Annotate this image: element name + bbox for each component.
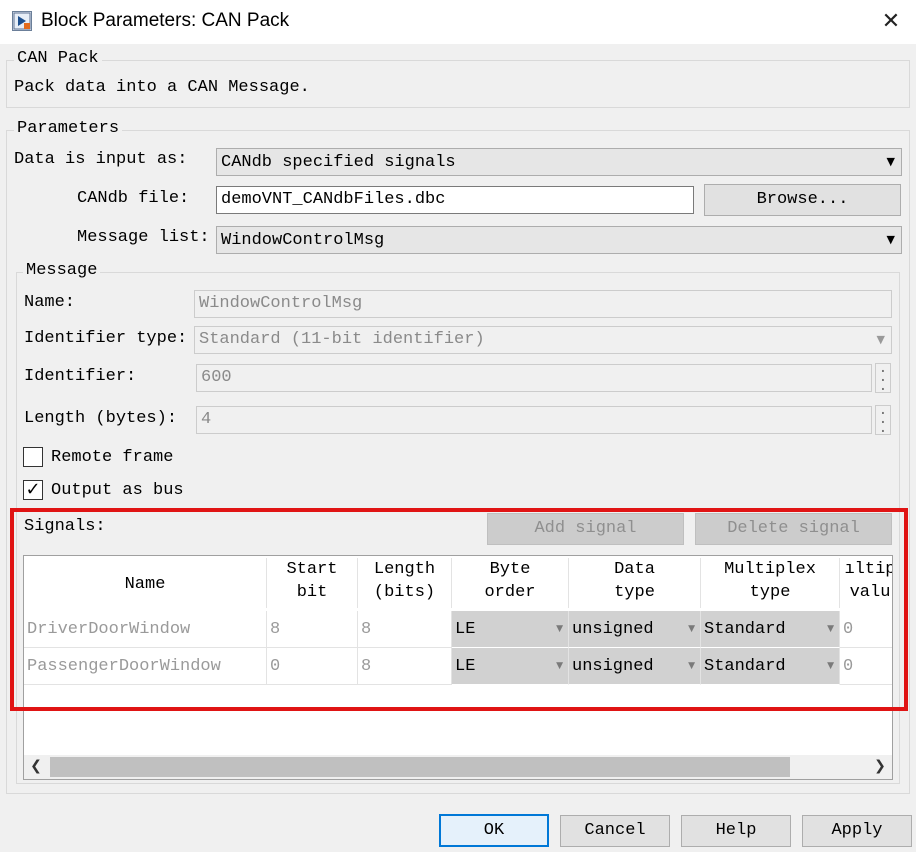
remote-frame-checkbox[interactable] xyxy=(23,447,43,467)
message-list-dropdown[interactable]: WindowControlMsg ▼ xyxy=(216,226,902,254)
scroll-left-icon[interactable]: ❮ xyxy=(24,755,48,779)
identifier-type-label: Identifier type: xyxy=(24,329,187,348)
candb-file-label: CANdb file: xyxy=(77,189,189,208)
output-bus-label: Output as bus xyxy=(51,481,184,500)
checkmark-icon: ✓ xyxy=(24,481,42,499)
scrollbar-thumb[interactable] xyxy=(50,757,790,777)
data-input-value: CANdb specified signals xyxy=(221,153,456,172)
dropdown-arrow-icon: ▼ xyxy=(877,333,885,346)
ok-button[interactable]: OK xyxy=(439,814,549,847)
message-list-value: WindowControlMsg xyxy=(221,231,384,250)
output-bus-checkbox[interactable]: ✓ xyxy=(23,480,43,500)
simulink-block-icon xyxy=(12,11,32,31)
data-input-dropdown[interactable]: CANdb specified signals ▼ xyxy=(216,148,902,176)
cancel-button[interactable]: Cancel xyxy=(560,815,670,847)
remote-frame-label: Remote frame xyxy=(51,448,173,467)
length-field: 4 xyxy=(196,406,872,434)
highlight-box xyxy=(10,508,908,711)
identifier-field: 600 xyxy=(196,364,872,392)
help-button[interactable]: Help xyxy=(681,815,791,847)
message-list-label: Message list: xyxy=(77,228,210,247)
spinner-icon: ··· xyxy=(875,405,891,435)
window-title: Block Parameters: CAN Pack xyxy=(41,10,289,32)
identifier-label: Identifier: xyxy=(24,367,136,386)
description-text: Pack data into a CAN Message. xyxy=(14,78,310,97)
identifier-type-dropdown: Standard (11-bit identifier) ▼ xyxy=(194,326,892,354)
name-label: Name: xyxy=(24,293,75,312)
description-group-label: CAN Pack xyxy=(14,49,102,68)
identifier-type-value: Standard (11-bit identifier) xyxy=(199,330,485,349)
data-input-label: Data is input as: xyxy=(14,150,187,169)
close-icon[interactable]: ✕ xyxy=(878,8,904,36)
dropdown-arrow-icon: ▼ xyxy=(887,155,895,168)
candb-file-input[interactable]: demoVNT_CANdbFiles.dbc xyxy=(216,186,694,214)
name-field: WindowControlMsg xyxy=(194,290,892,318)
message-group-label: Message xyxy=(23,261,100,280)
browse-button[interactable]: Browse... xyxy=(704,184,901,216)
scroll-right-icon[interactable]: ❯ xyxy=(868,755,892,779)
parameters-group-label: Parameters xyxy=(14,119,122,138)
apply-button[interactable]: Apply xyxy=(802,815,912,847)
length-label: Length (bytes): xyxy=(24,409,177,428)
horizontal-scrollbar[interactable]: ❮ ❯ xyxy=(24,755,892,779)
spinner-icon: ··· xyxy=(875,363,891,393)
dropdown-arrow-icon: ▼ xyxy=(887,233,895,246)
